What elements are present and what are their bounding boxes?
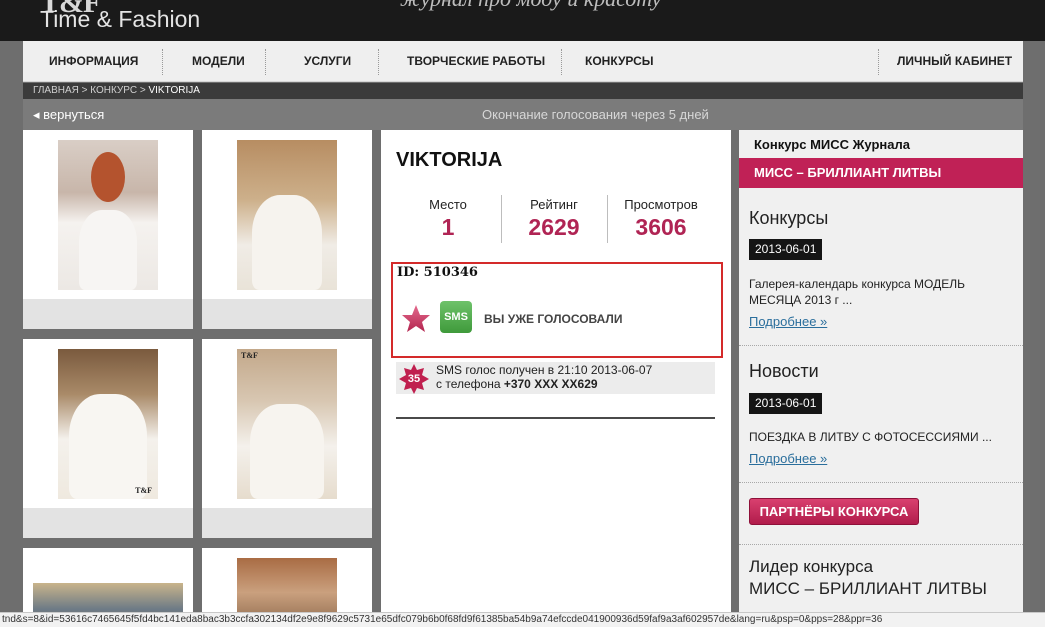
sms-vote-button[interactable]: SMS [440,301,472,333]
nav-item-account[interactable]: ЛИЧНЫЙ КАБИНЕТ [897,41,1012,82]
breadcrumb: ГЛАВНАЯ > КОНКУРС > VIKTORIJA [23,83,1023,99]
leader-title-line1: Лидер конкурса [749,557,874,576]
leader-title: Лидер конкурса МИСС – БРИЛЛИАНТ ЛИТВЫ [749,556,987,600]
sms-phone-prefix: с телефона [436,377,504,391]
news-heading: Новости [749,361,819,381]
sub-bar: ◂ вернуться Окончание голосования через … [23,99,1023,130]
leader-title-line2: МИСС – БРИЛЛИАНТ ЛИТВЫ [749,579,987,598]
nav-item-services[interactable]: УСЛУГИ [304,41,351,82]
photo-card-footer [23,299,193,329]
sms-count: 35 [407,373,421,385]
back-link[interactable]: ◂ вернуться [33,99,104,130]
stat-label: Место [429,197,467,212]
nav-item-creative-works[interactable]: ТВОРЧЕСКИЕ РАБОТЫ [407,41,545,82]
gallery-figure [69,394,147,499]
contests-more-link[interactable]: Подробнее » [749,314,827,329]
divider [739,544,1023,545]
contest-banner[interactable]: МИСС – БРИЛЛИАНТ ЛИТВЫ [739,158,1023,188]
browser-status-url: tnd&s=8&id=53616c7465645f5fd4bc141eda8ba… [0,612,1045,627]
gallery-photo[interactable] [58,140,158,290]
contests-heading: Конкурсы [749,208,829,228]
model-name: VIKTORIJA [396,149,503,171]
divider [739,482,1023,483]
news-date: 2013-06-01 [749,393,823,414]
sms-received-text: SMS голос получен в 21:10 2013-06-07 [436,363,653,377]
divider [396,417,715,419]
nav-separator [561,49,562,75]
photo-card: T&F [202,339,372,538]
gallery-photo[interactable]: T&F [237,349,337,499]
contests-date: 2013-06-01 [749,239,823,260]
breadcrumb-current: VIKTORIJA [148,85,200,96]
already-voted-text: ВЫ УЖЕ ГОЛОСОВАЛИ [484,312,623,326]
stat-place: Место 1 [395,197,501,241]
photo-card: T&F [23,339,193,538]
gallery-figure [79,210,137,290]
sms-log: 35 SMS голос получен в 21:10 2013-06-07 … [396,362,715,394]
main-nav: ИНФОРМАЦИЯ МОДЕЛИ УСЛУГИ ТВОРЧЕСКИЕ РАБО… [23,41,1023,82]
partners-button[interactable]: ПАРТНЁРЫ КОНКУРСА [749,498,919,525]
contests-text: Галерея-календарь конкурса МОДЕЛЬ МЕСЯЦА… [749,277,966,307]
sms-count-badge: 35 [399,364,429,394]
divider [739,345,1023,346]
stat-label: Просмотров [624,197,698,212]
photo-watermark: T&F [241,351,258,360]
stat-value: 3606 [635,214,687,240]
nav-separator [378,49,379,75]
voting-end-notice: Окончание голосования через 5 дней [482,107,709,122]
photo-card-footer [202,508,372,538]
nav-separator [878,49,879,75]
stat-label: Рейтинг [530,197,578,212]
gallery-photo[interactable]: T&F [58,349,158,499]
sms-phone-line: с телефона +370 XXX XX629 [436,377,598,391]
sidebar-title: Конкурс МИСС Журнала [754,137,910,152]
photo-card [23,130,193,329]
gallery-figure [250,404,324,499]
gallery-figure-hair [91,152,125,202]
photo-card [202,130,372,329]
breadcrumb-separator: > [139,85,146,96]
stat-value: 1 [441,214,455,240]
news-text: ПОЕЗДКА В ЛИТВУ С ФОТОСЕССИЯМИ ... [749,430,992,444]
breadcrumb-separator: > [81,85,88,96]
photo-card-footer [202,299,372,329]
nav-item-info[interactable]: ИНФОРМАЦИЯ [49,41,138,82]
nav-item-contests[interactable]: КОНКУРСЫ [585,41,654,82]
gallery-photo[interactable] [237,140,337,290]
header-slogan: журнал про моду и красоту [400,0,661,12]
vote-box: ID: 510346 SMS ВЫ УЖЕ ГОЛОСОВАЛИ [391,262,723,358]
nav-item-models[interactable]: МОДЕЛИ [192,41,245,82]
sms-phone-number: +370 XXX XX629 [503,377,598,391]
site-header: T&F Time & Fashion журнал про моду и кра… [0,0,1045,41]
news-more-link[interactable]: Подробнее » [749,451,827,466]
photo-card-footer [23,508,193,538]
stat-value: 2629 [528,214,580,240]
nav-separator [265,49,266,75]
vote-id: ID: 510346 [397,265,478,280]
star-icon[interactable] [401,304,431,334]
logo-text[interactable]: Time & Fashion [40,6,200,33]
nav-separator [162,49,163,75]
model-profile-panel: VIKTORIJA Место 1 Рейтинг 2629 Просмотро… [381,130,731,627]
sidebar: Конкурс МИСС Журнала МИСС – БРИЛЛИАНТ ЛИ… [739,130,1023,627]
stat-views: Просмотров 3606 [608,197,714,241]
breadcrumb-contest[interactable]: КОНКУРС [90,85,137,96]
breadcrumb-home[interactable]: ГЛАВНАЯ [33,85,79,96]
gallery-figure [252,195,322,290]
photo-watermark: T&F [135,486,152,495]
stat-rating: Рейтинг 2629 [501,197,607,241]
